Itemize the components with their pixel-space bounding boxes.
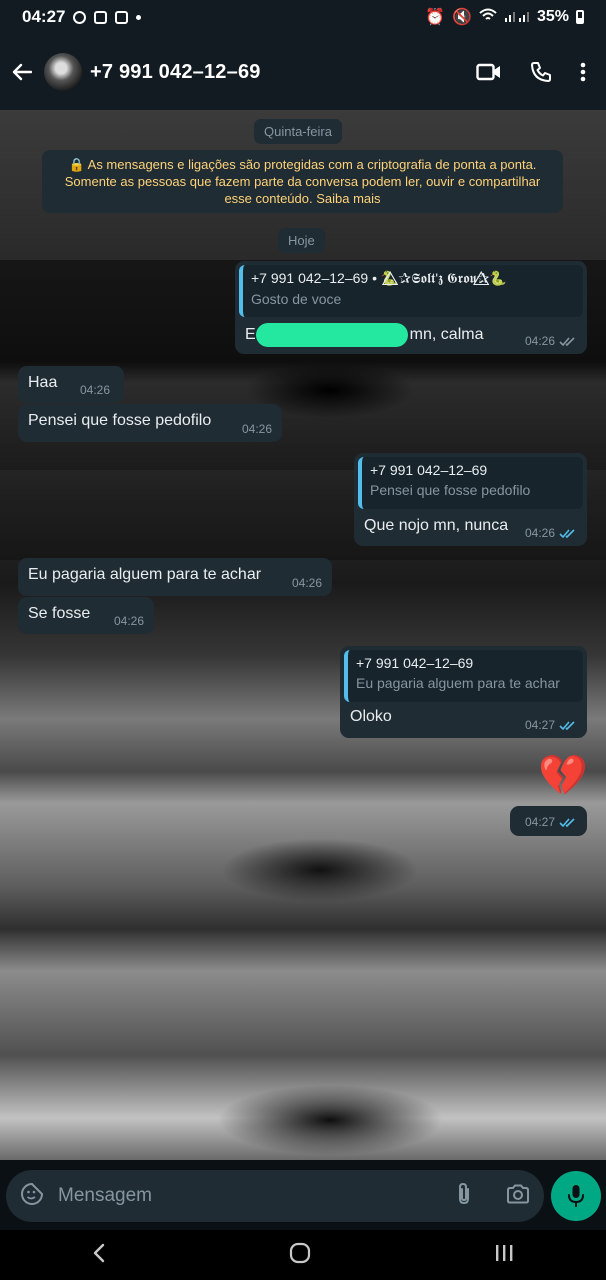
time-label: 04:26 (524, 334, 555, 348)
redaction-mark (255, 323, 408, 347)
voice-call-icon[interactable] (530, 61, 552, 83)
emoji-message-time: 04:27 (510, 806, 587, 836)
quoted-message[interactable]: +7 991 042–12–69 Eu pagaria alguem para … (344, 650, 583, 702)
time-label: 04:26 (113, 614, 144, 628)
mic-button[interactable] (551, 1171, 601, 1221)
wifi-icon (479, 8, 497, 27)
more-options-icon[interactable] (580, 62, 586, 82)
chat-header: +7 991 042–12–69 (0, 34, 606, 110)
emoji-message[interactable]: 💔 (538, 752, 588, 800)
quoted-sender: +7 991 042–12–69 (356, 655, 474, 671)
encryption-notice[interactable]: 🔒 As mensagens e ligações são protegidas… (42, 150, 563, 213)
system-nav-bar (0, 1230, 606, 1280)
time-label: 04:26 (291, 576, 322, 590)
signal-icon (504, 8, 530, 27)
message-text: Se fosse (28, 605, 91, 622)
status-bar: 04:27 ⏰ 🔇 35% (0, 0, 606, 34)
battery-percent: 35% (536, 8, 569, 25)
time-label: 04:27 (524, 718, 555, 732)
message-input-box[interactable] (6, 1170, 544, 1222)
outgoing-message[interactable]: +7 991 042–12–69 • 🐍⃤✰𝕾𝖔𝖑𝖙'𝖟 𝕲𝖗𝖔𝖚✰⃤🐍 Gos… (235, 261, 587, 354)
contact-avatar[interactable] (44, 53, 82, 91)
time-label: 04:27 (524, 815, 555, 829)
outgoing-message[interactable]: +7 991 042–12–69 Eu pagaria alguem para … (340, 646, 587, 738)
double-check-icon (559, 720, 575, 730)
outgoing-message[interactable]: +7 991 042–12–69 Pensei que fosse pedofi… (354, 453, 587, 546)
time-label: 04:26 (241, 422, 272, 436)
message-time: 04:26 (80, 383, 110, 397)
nav-home-icon[interactable] (289, 1242, 311, 1269)
whatsapp-notification-icon (73, 10, 87, 24)
incoming-message[interactable]: Pensei que fosse pedofilo 04:26 (18, 404, 282, 442)
incoming-message[interactable]: Se fosse 04:26 (18, 597, 154, 634)
nav-back-icon[interactable] (92, 1243, 106, 1268)
message-time: 04:27 (525, 718, 577, 732)
message-time: 04:26 (242, 422, 272, 436)
message-text-start: E (245, 326, 256, 343)
composer-bar (0, 1160, 606, 1230)
double-check-icon (559, 336, 575, 346)
quoted-text: Gosto de voce (251, 291, 342, 307)
message-body: E mn, calma (245, 323, 483, 347)
alarm-icon: ⏰ (425, 9, 446, 26)
message-time: 04:26 (292, 576, 322, 590)
message-input[interactable] (56, 1184, 456, 1208)
quoted-sender: +7 991 042–12–69 (370, 462, 488, 478)
message-text: Oloko (350, 708, 392, 725)
mic-icon (568, 1185, 584, 1207)
attach-icon[interactable] (456, 1182, 472, 1211)
double-check-icon (559, 528, 575, 538)
message-time: 04:26 (525, 334, 577, 348)
quoted-text: Pensei que fosse pedofilo (370, 482, 531, 498)
message-text: Haa (28, 374, 58, 391)
battery-icon (576, 10, 584, 24)
time-label: 04:26 (524, 526, 555, 540)
card-notification-icon (115, 10, 129, 24)
day-label: Hoje (278, 228, 325, 253)
broken-heart-emoji: 💔 (538, 754, 588, 798)
incoming-message[interactable]: Eu pagaria alguem para te achar 04:26 (18, 558, 332, 596)
camera-icon[interactable] (506, 1184, 530, 1209)
message-time: 04:26 (114, 614, 144, 628)
message-text-end: mn, calma (409, 326, 484, 343)
gallery-notification-icon (94, 10, 108, 24)
incoming-message[interactable]: Haa 04:26 (18, 366, 124, 403)
status-time: 04:27 (22, 7, 66, 26)
quoted-message[interactable]: +7 991 042–12–69 Pensei que fosse pedofi… (358, 457, 583, 509)
quoted-sender: +7 991 042–12–69 • 🐍⃤✰𝕾𝖔𝖑𝖙'𝖟 𝕲𝖗𝖔𝖚✰⃤🐍 (251, 270, 507, 286)
quoted-text: Eu pagaria alguem para te achar (356, 675, 560, 691)
sticker-icon[interactable] (20, 1182, 44, 1211)
message-text: Que nojo mn, nunca (364, 517, 509, 534)
more-notifications-dot-icon (136, 14, 142, 20)
contact-name[interactable]: +7 991 042–12–69 (90, 61, 261, 84)
double-check-icon (559, 817, 575, 827)
message-time: 04:26 (525, 526, 577, 540)
back-arrow-icon[interactable] (12, 57, 42, 88)
time-label: 04:26 (79, 383, 110, 397)
message-time: 04:27 (525, 815, 577, 829)
day-label: Quinta-feira (254, 119, 342, 144)
quoted-message[interactable]: +7 991 042–12–69 • 🐍⃤✰𝕾𝖔𝖑𝖙'𝖟 𝕲𝖗𝖔𝖚✰⃤🐍 Gos… (239, 265, 583, 317)
mute-icon: 🔇 (452, 9, 472, 26)
message-text: Eu pagaria alguem para te achar (28, 566, 262, 583)
message-text: Pensei que fosse pedofilo (28, 412, 212, 429)
nav-recents-icon[interactable] (494, 1244, 514, 1267)
video-call-icon[interactable] (476, 63, 502, 81)
